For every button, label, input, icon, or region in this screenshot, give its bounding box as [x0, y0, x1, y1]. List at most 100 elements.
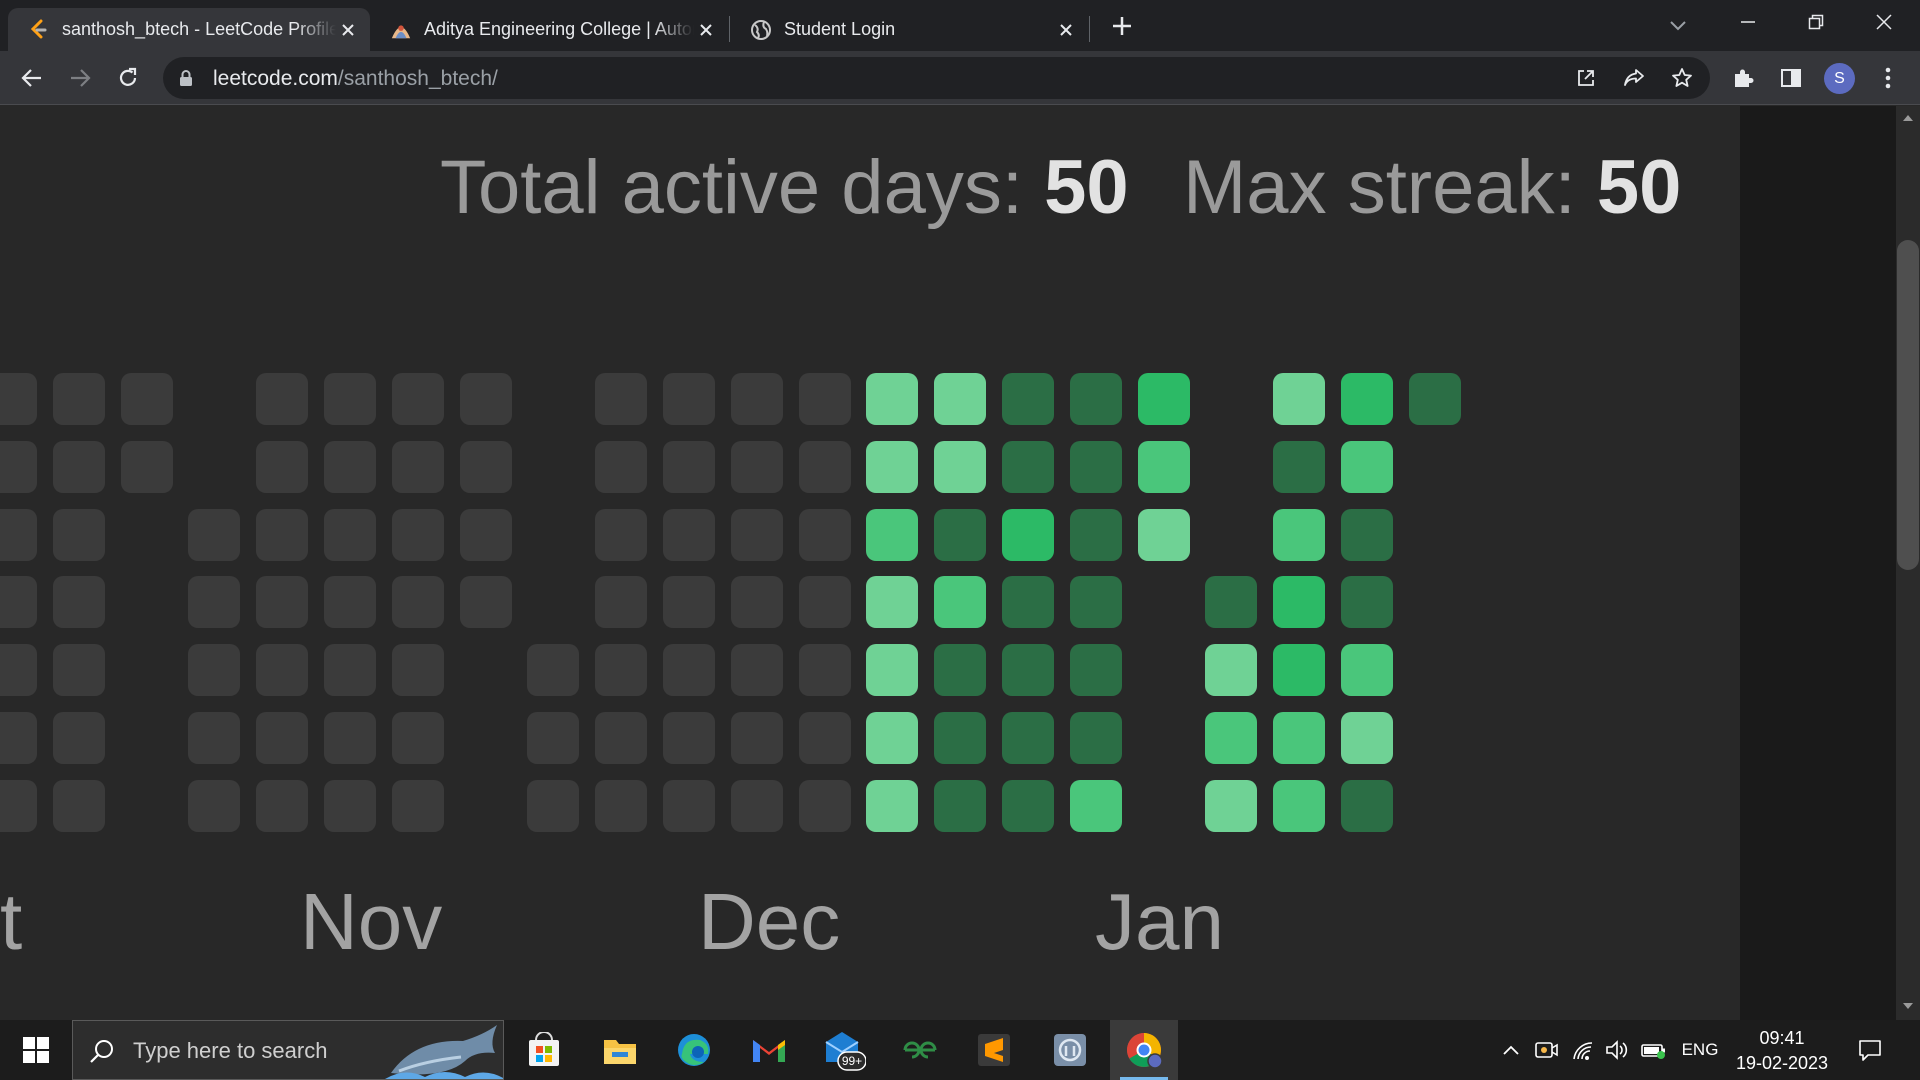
sublime-text-icon[interactable] [960, 1020, 1028, 1080]
calendar-day-active[interactable] [1002, 440, 1054, 493]
calendar-day-empty[interactable] [730, 440, 783, 493]
tab-student-login[interactable]: Student Login [730, 8, 1088, 51]
scroll-down-arrow-icon[interactable] [1900, 1000, 1916, 1012]
geeksforgeeks-icon[interactable] [886, 1020, 954, 1080]
calendar-day-empty[interactable] [256, 440, 309, 493]
calendar-day-active[interactable] [866, 712, 919, 764]
language-indicator[interactable]: ENG [1676, 1020, 1724, 1080]
calendar-day-active[interactable] [1341, 508, 1393, 561]
file-explorer-icon[interactable] [586, 1020, 654, 1080]
calendar-day-active[interactable] [1341, 712, 1393, 764]
calendar-day-active[interactable] [1002, 779, 1054, 832]
calendar-day-empty[interactable] [0, 712, 37, 764]
tab-search-chevron-down-icon[interactable] [1660, 10, 1696, 42]
tab-leetcode[interactable]: santhosh_btech - LeetCode Profile [8, 8, 370, 51]
calendar-day-empty[interactable] [798, 712, 851, 764]
calendar-day-active[interactable] [866, 576, 919, 629]
lock-icon[interactable] [179, 70, 193, 91]
calendar-day-active[interactable] [866, 373, 919, 425]
calendar-day-empty[interactable] [256, 508, 309, 561]
calendar-day-empty[interactable] [391, 373, 444, 425]
calendar-day-empty[interactable] [256, 644, 309, 697]
calendar-day-empty[interactable] [527, 712, 580, 764]
back-button[interactable] [14, 60, 50, 96]
calendar-day-empty[interactable] [52, 576, 105, 629]
calendar-day-active[interactable] [1273, 779, 1326, 832]
calendar-day-empty[interactable] [188, 508, 241, 561]
show-hidden-icons-chevron-up-icon[interactable] [1496, 1020, 1526, 1080]
calendar-day-empty[interactable] [52, 712, 105, 764]
calendar-day-empty[interactable] [256, 576, 309, 629]
reload-button[interactable] [110, 60, 146, 96]
calendar-day-active[interactable] [1069, 712, 1122, 764]
calendar-day-empty[interactable] [256, 779, 309, 832]
calendar-day-active[interactable] [1205, 712, 1258, 764]
new-tab-button[interactable] [1104, 10, 1140, 42]
calendar-day-active[interactable] [934, 576, 987, 629]
calendar-day-active[interactable] [1002, 712, 1054, 764]
calendar-day-empty[interactable] [663, 644, 715, 697]
calendar-day-empty[interactable] [730, 373, 783, 425]
tab-aditya[interactable]: Aditya Engineering College | Autonomous [370, 8, 728, 51]
mail-app-icon[interactable]: 99+ [810, 1020, 878, 1080]
url-text[interactable]: leetcode.com/santhosh_btech/ [213, 67, 498, 91]
calendar-day-empty[interactable] [324, 373, 376, 425]
scroll-up-arrow-icon[interactable] [1900, 112, 1916, 124]
calendar-day-active[interactable] [1273, 440, 1326, 493]
calendar-day-empty[interactable] [798, 440, 851, 493]
system-clock[interactable]: 09:41 19-02-2023 [1730, 1026, 1834, 1076]
microsoft-store-icon[interactable] [510, 1020, 578, 1080]
close-window-button[interactable] [1850, 0, 1918, 44]
calendar-day-empty[interactable] [0, 576, 37, 629]
calendar-day-active[interactable] [1341, 576, 1393, 629]
calendar-day-active[interactable] [1341, 779, 1393, 832]
extensions-puzzle-icon[interactable] [1725, 60, 1761, 96]
calendar-day-empty[interactable] [595, 373, 648, 425]
calendar-day-empty[interactable] [324, 508, 376, 561]
address-bar[interactable]: leetcode.com/santhosh_btech/ [163, 57, 1710, 99]
calendar-day-empty[interactable] [663, 712, 715, 764]
calendar-day-active[interactable] [934, 373, 987, 425]
close-tab-icon[interactable] [336, 18, 360, 42]
calendar-day-empty[interactable] [730, 712, 783, 764]
calendar-day-empty[interactable] [391, 779, 444, 832]
calendar-day-active[interactable] [1137, 440, 1190, 493]
calendar-day-active[interactable] [866, 508, 919, 561]
calendar-day-empty[interactable] [798, 644, 851, 697]
calendar-day-empty[interactable] [120, 373, 173, 425]
calendar-day-active[interactable] [934, 644, 987, 697]
calendar-day-empty[interactable] [798, 779, 851, 832]
calendar-day-active[interactable] [1408, 373, 1461, 425]
calendar-day-active[interactable] [1137, 373, 1190, 425]
calendar-day-active[interactable] [1069, 440, 1122, 493]
calendar-day-empty[interactable] [0, 644, 37, 697]
calendar-day-active[interactable] [1002, 644, 1054, 697]
calendar-day-empty[interactable] [324, 440, 376, 493]
calendar-day-active[interactable] [1205, 644, 1258, 697]
calendar-day-active[interactable] [1341, 440, 1393, 493]
calendar-day-empty[interactable] [663, 576, 715, 629]
calendar-day-empty[interactable] [0, 779, 37, 832]
calendar-day-empty[interactable] [663, 779, 715, 832]
calendar-day-active[interactable] [1341, 373, 1393, 425]
scrollbar-thumb[interactable] [1897, 240, 1919, 570]
calendar-day-active[interactable] [934, 712, 987, 764]
calendar-day-active[interactable] [934, 508, 987, 561]
calendar-day-active[interactable] [1069, 644, 1122, 697]
calendar-day-empty[interactable] [798, 373, 851, 425]
calendar-day-empty[interactable] [459, 576, 512, 629]
calendar-day-empty[interactable] [52, 440, 105, 493]
calendar-day-active[interactable] [1205, 576, 1258, 629]
calendar-day-empty[interactable] [527, 644, 580, 697]
calendar-day-active[interactable] [1137, 508, 1190, 561]
calendar-day-empty[interactable] [730, 644, 783, 697]
calendar-day-active[interactable] [1002, 508, 1054, 561]
calendar-day-active[interactable] [1273, 712, 1326, 764]
calendar-day-empty[interactable] [0, 440, 37, 493]
close-tab-icon[interactable] [1054, 18, 1078, 42]
calendar-day-active[interactable] [1069, 373, 1122, 425]
calendar-day-active[interactable] [866, 644, 919, 697]
taskbar-search-box[interactable]: Type here to search [72, 1020, 504, 1080]
side-panel-icon[interactable] [1773, 60, 1809, 96]
restore-button[interactable] [1782, 0, 1850, 44]
